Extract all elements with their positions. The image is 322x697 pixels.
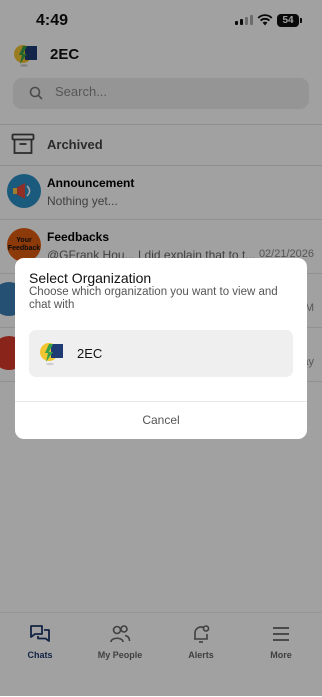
dialog-title: Select Organization <box>29 270 152 286</box>
org-option-name: 2EC <box>77 346 103 361</box>
cancel-button[interactable]: Cancel <box>15 402 307 439</box>
chat-list-screen: 4:49 54 2EC Archived <box>0 0 322 697</box>
org-logo-icon <box>40 343 63 366</box>
org-option-2ec[interactable]: 2EC <box>29 330 293 377</box>
dialog-subtitle: Choose which organization you want to vi… <box>29 286 278 311</box>
select-organization-dialog: Select Organization Choose which organiz… <box>15 258 307 439</box>
